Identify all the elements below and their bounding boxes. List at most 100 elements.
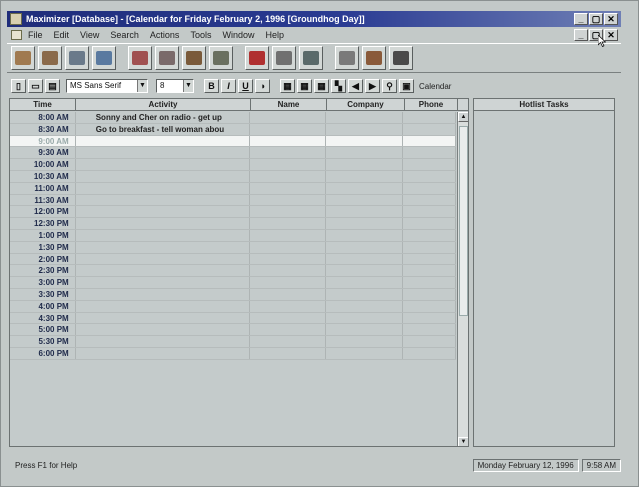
dialer-button[interactable] [272,46,296,70]
table-row[interactable]: 8:30 AM Go to breakfast - tell woman abou [10,123,456,136]
activity-cell[interactable] [76,347,250,359]
phone-cell[interactable] [403,253,456,265]
activity-cell[interactable] [76,229,250,241]
phone-cell[interactable] [403,194,456,206]
phone-cell[interactable] [403,288,456,300]
find-icon[interactable]: ⚲ [382,79,397,93]
activity-cell[interactable] [76,288,250,300]
font-size-select[interactable]: 8 ▼ [156,79,194,93]
doc-close-button[interactable]: ✕ [604,28,618,41]
phone-cell[interactable] [403,135,456,147]
menu-file[interactable]: File [28,30,43,40]
name-cell[interactable] [250,229,326,241]
phone-cell[interactable] [403,324,456,336]
phone-cell[interactable] [403,336,456,347]
column-header-time[interactable]: Time [10,99,76,110]
table-row[interactable]: 9:00 AM [10,135,456,148]
phone-cell[interactable] [403,265,456,277]
calendar-button[interactable] [128,46,152,70]
monitor-button[interactable] [299,46,323,70]
people-button[interactable] [38,46,62,70]
company-cell[interactable] [326,194,404,206]
minimize-button[interactable]: _ [574,13,588,25]
activity-cell[interactable]: Go to breakfast - tell woman abou [76,123,250,135]
column-header-name[interactable]: Name [251,99,327,110]
company-cell[interactable] [326,206,404,218]
month-view-icon[interactable]: ▦ [314,79,329,93]
company-cell[interactable] [326,218,404,229]
activity-cell[interactable] [76,182,250,194]
menu-help[interactable]: Help [265,30,284,40]
time-cell[interactable]: 9:00 AM [10,135,76,147]
graph-button[interactable] [155,46,179,70]
name-cell[interactable] [250,324,326,336]
underline-button[interactable]: U [238,79,253,93]
company-cell[interactable] [326,288,404,300]
company-cell[interactable] [326,229,404,241]
phone-cell[interactable] [403,170,456,182]
time-cell[interactable]: 4:00 PM [10,300,76,312]
activity-cell[interactable] [76,336,250,347]
calendar-small-icon[interactable]: ▣ [399,79,414,93]
phone-cell[interactable] [403,218,456,229]
next-arrow-icon[interactable]: ▶ [365,79,380,93]
activity-cell[interactable] [76,324,250,336]
time-cell[interactable]: 3:00 PM [10,277,76,288]
notes-button[interactable] [92,46,116,70]
time-cell[interactable]: 6:00 PM [10,347,76,359]
time-cell[interactable]: 2:00 PM [10,253,76,265]
close-button[interactable]: ✕ [604,13,618,25]
company-cell[interactable] [326,265,404,277]
phone-cell[interactable] [403,241,456,253]
table-row[interactable]: 10:30 AM [10,170,456,183]
time-cell[interactable]: 8:00 AM [10,112,76,123]
name-cell[interactable] [250,265,326,277]
time-cell[interactable]: 12:00 PM [10,206,76,218]
printer-button[interactable] [335,46,359,70]
table-row[interactable]: 5:30 PM [10,336,456,348]
company-cell[interactable] [326,112,404,123]
phone-cell[interactable] [403,147,456,159]
company-cell[interactable] [326,347,404,359]
maximize-button[interactable]: ▢ [589,13,603,25]
phone-cell[interactable] [403,277,456,288]
activity-cell[interactable] [76,147,250,159]
goto-today-icon[interactable]: ▚ [331,79,346,93]
day-view-icon[interactable]: ▦ [280,79,295,93]
font-select[interactable]: MS Sans Serif ▼ [66,79,148,93]
name-cell[interactable] [250,336,326,347]
print-icon[interactable]: ▤ [45,79,60,93]
name-cell[interactable] [250,147,326,159]
time-cell[interactable]: 12:30 PM [10,218,76,229]
open-folder-icon[interactable]: ▭ [28,79,43,93]
name-cell[interactable] [250,194,326,206]
hotlist-header[interactable]: Hotlist Tasks [474,99,614,111]
week-view-icon[interactable]: ▦ [297,79,312,93]
activity-cell[interactable] [76,218,250,229]
table-row[interactable]: 9:30 AM [10,147,456,160]
app-system-icon[interactable] [10,13,22,25]
name-cell[interactable] [250,170,326,182]
company-cell[interactable] [326,336,404,347]
company-cell[interactable] [326,170,404,182]
table-row[interactable]: 10:00 AM [10,159,456,171]
time-cell[interactable]: 9:30 AM [10,147,76,159]
activity-cell[interactable] [76,206,250,218]
time-cell[interactable]: 8:30 AM [10,123,76,135]
company-cell[interactable] [326,241,404,253]
table-row[interactable]: 2:00 PM [10,253,456,266]
new-document-icon[interactable]: ▯ [11,79,26,93]
name-cell[interactable] [250,253,326,265]
table-row[interactable]: 12:00 PM [10,206,456,219]
column-header-activity[interactable]: Activity [76,99,251,110]
time-cell[interactable]: 1:00 PM [10,229,76,241]
menu-tools[interactable]: Tools [190,30,211,40]
activity-cell[interactable] [76,135,250,147]
company-cell[interactable] [326,324,404,336]
time-cell[interactable]: 5:00 PM [10,324,76,336]
table-row[interactable]: 12:30 PM [10,218,456,230]
time-cell[interactable]: 11:00 AM [10,182,76,194]
column-header-company[interactable]: Company [327,99,405,110]
time-cell[interactable]: 11:30 AM [10,194,76,206]
name-cell[interactable] [250,241,326,253]
